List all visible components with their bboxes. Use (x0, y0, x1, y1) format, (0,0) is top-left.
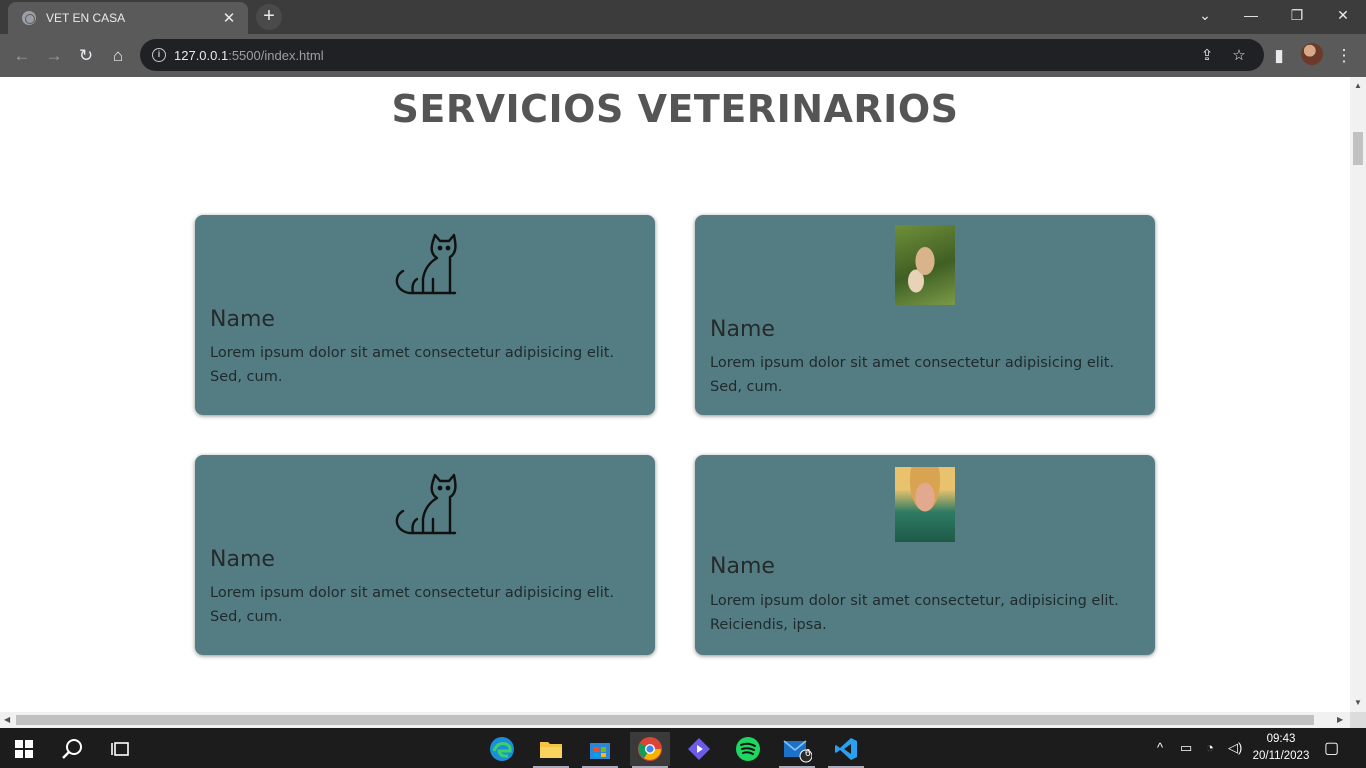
page-title: SERVICIOS VETERINARIOS (391, 87, 959, 131)
back-button[interactable]: ← (8, 42, 36, 70)
start-icon[interactable] (4, 732, 44, 766)
info-icon[interactable]: i (152, 48, 166, 62)
tab-title: VET EN CASA (46, 11, 126, 25)
app-icon[interactable] (679, 732, 719, 766)
scroll-right-icon[interactable]: ▶ (1337, 715, 1343, 724)
microsoft-store-icon[interactable] (580, 732, 620, 768)
new-tab-button[interactable]: + (256, 4, 282, 30)
cat-icon (395, 473, 457, 535)
scroll-left-icon[interactable]: ◀ (4, 715, 10, 724)
task-view-icon[interactable] (100, 732, 140, 766)
tab-search-icon[interactable]: ⌄ (1182, 0, 1228, 30)
search-icon[interactable] (52, 732, 92, 766)
card-description: Lorem ipsum dolor sit amet consectetur, … (710, 593, 1119, 633)
vertical-scrollbar[interactable]: ▲ ▼ (1350, 77, 1366, 712)
forward-button[interactable]: → (40, 42, 68, 70)
close-window-button[interactable]: ✕ (1320, 0, 1366, 30)
scroll-up-icon[interactable]: ▲ (1354, 81, 1362, 90)
notifications-icon[interactable]: ▢ (1324, 738, 1339, 758)
card-name: Name (710, 317, 775, 342)
clock-time: 09:43 (1266, 733, 1296, 745)
scroll-down-icon[interactable]: ▼ (1354, 698, 1362, 707)
globe-icon (22, 11, 36, 25)
service-card: Name Lorem ipsum dolor sit amet consecte… (695, 215, 1155, 415)
horizontal-scrollbar[interactable]: ◀ ▶ (0, 712, 1350, 728)
page-viewport: SERVICIOS VETERINARIOS Name Lorem ipsum … (0, 77, 1350, 712)
system-clock[interactable]: 09:43 20/11/2023 (1246, 731, 1316, 765)
vertical-scroll-thumb[interactable] (1353, 132, 1363, 165)
card-name: Name (710, 554, 775, 579)
url-text[interactable]: 127.0.0.1:5500/index.html (174, 48, 324, 63)
edge-icon[interactable] (482, 732, 522, 766)
restore-button[interactable]: ❐ (1274, 0, 1320, 30)
service-card: Name Lorem ipsum dolor sit amet consecte… (195, 455, 655, 655)
card-description: Lorem ipsum dolor sit amet consectetur a… (210, 585, 615, 625)
close-tab-icon[interactable]: ✕ (220, 9, 238, 27)
battery-icon[interactable]: ▭ (1180, 740, 1192, 756)
share-icon[interactable]: ⇪ (1198, 46, 1216, 64)
woman-photo (895, 467, 955, 542)
mail-icon[interactable]: 6 (777, 732, 817, 768)
cat-icon (395, 233, 457, 295)
minimize-button[interactable]: — (1228, 0, 1274, 30)
browser-tab[interactable]: VET EN CASA ✕ (8, 2, 248, 34)
service-card: Name Lorem ipsum dolor sit amet consecte… (695, 455, 1155, 655)
spotify-icon[interactable] (728, 732, 768, 766)
home-button[interactable]: ⌂ (104, 42, 132, 70)
chevron-up-icon[interactable]: ^ (1157, 740, 1163, 755)
card-name: Name (210, 307, 275, 332)
horizontal-scroll-thumb[interactable] (16, 715, 1314, 725)
vscode-icon[interactable] (826, 732, 866, 768)
menu-icon[interactable]: ⋮ (1330, 42, 1358, 70)
wifi-icon[interactable]: ◔ (1206, 740, 1214, 755)
chrome-icon[interactable] (630, 732, 670, 768)
file-explorer-icon[interactable] (531, 732, 571, 768)
browser-toolbar: ← → ↻ ⌂ i 127.0.0.1:5500/index.html ⇪ ☆ … (0, 34, 1366, 77)
windows-taskbar: 6 ^ ▭ ◔ ◁) 09:43 20/11/2023 ▢ (0, 728, 1366, 768)
service-card: Name Lorem ipsum dolor sit amet consecte… (195, 215, 655, 415)
card-description: Lorem ipsum dolor sit amet consectetur a… (210, 345, 615, 385)
tab-strip: VET EN CASA ✕ + ⌄ — ❐ ✕ (0, 0, 1366, 34)
mail-badge: 6 (805, 748, 811, 759)
dog-photo (895, 225, 955, 305)
card-description: Lorem ipsum dolor sit amet consectetur a… (710, 355, 1115, 395)
profile-avatar[interactable] (1301, 43, 1323, 65)
reload-button[interactable]: ↻ (72, 42, 100, 70)
clock-date: 20/11/2023 (1252, 750, 1310, 762)
volume-icon[interactable]: ◁) (1228, 740, 1242, 756)
side-panel-icon[interactable]: ▮ (1265, 42, 1293, 70)
address-bar[interactable]: i 127.0.0.1:5500/index.html ⇪ ☆ (140, 39, 1264, 71)
bookmark-star-icon[interactable]: ☆ (1230, 46, 1248, 64)
card-name: Name (210, 547, 275, 572)
scrollbar-corner (1350, 712, 1366, 728)
